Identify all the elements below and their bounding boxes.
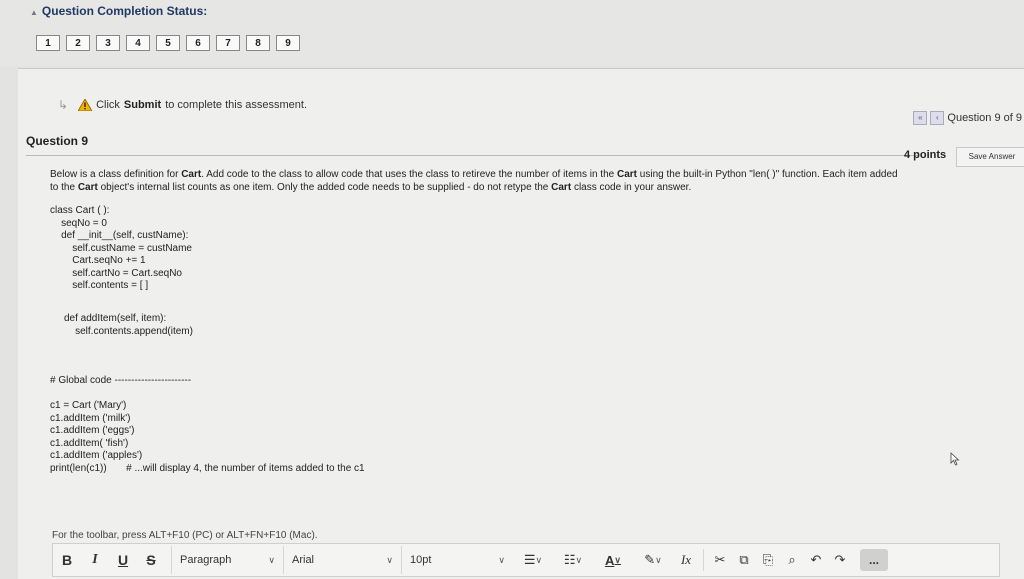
collapse-caret-icon[interactable]: ▲ — [30, 8, 38, 17]
question-prompt: Below is a class definition for Cart. Ad… — [50, 169, 898, 193]
numbered-list-icon[interactable]: ☷ ∨ — [553, 546, 593, 574]
redo-icon[interactable]: ↷ — [828, 546, 852, 574]
question-panel: ↳ Click Submit to complete this assessme… — [18, 68, 1024, 579]
underline-button[interactable]: U — [109, 546, 137, 574]
question-navigator: 1 2 3 4 5 6 7 8 9 — [36, 35, 300, 51]
more-options-button[interactable]: ... — [860, 549, 888, 571]
copy-icon[interactable]: ⧉ — [732, 546, 756, 574]
undo-icon[interactable]: ↶ — [804, 546, 828, 574]
question-link-7[interactable]: 7 — [216, 35, 240, 51]
strikethrough-button[interactable]: S — [137, 546, 165, 574]
divider — [26, 155, 918, 156]
italic-button[interactable]: I — [81, 546, 109, 574]
bulleted-list-icon[interactable]: ☰ ∨ — [513, 546, 553, 574]
bold-button[interactable]: B — [53, 546, 81, 574]
toolbar-divider — [703, 549, 704, 571]
save-answer-button[interactable]: Save Answer — [956, 147, 1024, 167]
class-definition-code: class Cart ( ): seqNo = 0 def __init__(s… — [50, 205, 192, 291]
completion-status-bar: ▲ Question Completion Status: 1 2 3 4 5 6… — [0, 0, 1024, 66]
submit-notice: ↳ Click Submit to complete this assessme… — [58, 98, 308, 112]
question-link-9[interactable]: 9 — [276, 35, 300, 51]
global-code: # Global code ----------------------- c1… — [50, 375, 365, 474]
search-icon[interactable]: ⌕ — [780, 546, 804, 574]
question-title: Question 9 — [26, 134, 89, 148]
question-link-6[interactable]: 6 — [186, 35, 210, 51]
question-link-2[interactable]: 2 — [66, 35, 90, 51]
highlight-color-icon[interactable]: ✎ ∨ — [633, 546, 673, 574]
chevron-down-icon: ∨ — [386, 554, 393, 565]
paste-icon[interactable]: ⎘ — [756, 546, 780, 574]
mouse-pointer-icon — [950, 452, 960, 471]
warning-icon — [77, 98, 93, 112]
completion-status-title[interactable]: ▲ Question Completion Status: — [30, 4, 207, 18]
toolbar-hint: For the toolbar, press ALT+F10 (PC) or A… — [52, 530, 318, 541]
method-definition-code: def addItem(self, item): self.contents.a… — [64, 313, 193, 337]
question-link-3[interactable]: 3 — [96, 35, 120, 51]
question-position-label: Question 9 of 9 — [947, 112, 1022, 124]
question-link-1[interactable]: 1 — [36, 35, 60, 51]
editor-toolbar: B I U S Paragraph ∨ Arial ∨ 10pt ∨ ☰ ∨ ☷ ∨ … — [52, 543, 1000, 577]
clear-formatting-icon[interactable]: Ix — [673, 546, 699, 574]
submit-keyword: Submit — [123, 99, 162, 111]
cut-icon[interactable]: ✂ — [708, 546, 732, 574]
question-link-8[interactable]: 8 — [246, 35, 270, 51]
chevron-down-icon: ∨ — [268, 554, 275, 565]
previous-question-icon[interactable]: ‹ — [930, 111, 945, 125]
return-arrow-icon: ↳ — [58, 98, 69, 112]
question-link-5[interactable]: 5 — [156, 35, 180, 51]
points-label: 4 points — [904, 149, 947, 161]
font-family-select[interactable]: Arial ∨ — [283, 546, 401, 574]
first-question-icon[interactable]: « — [913, 111, 928, 125]
font-size-select[interactable]: 10pt ∨ — [401, 546, 513, 574]
question-link-4[interactable]: 4 — [126, 35, 150, 51]
chevron-down-icon: ∨ — [498, 554, 505, 565]
text-color-icon[interactable]: A ∨ — [593, 546, 633, 574]
paragraph-style-select[interactable]: Paragraph ∨ — [171, 546, 283, 574]
question-pager: « ‹ Question 9 of 9 — [913, 111, 1022, 125]
